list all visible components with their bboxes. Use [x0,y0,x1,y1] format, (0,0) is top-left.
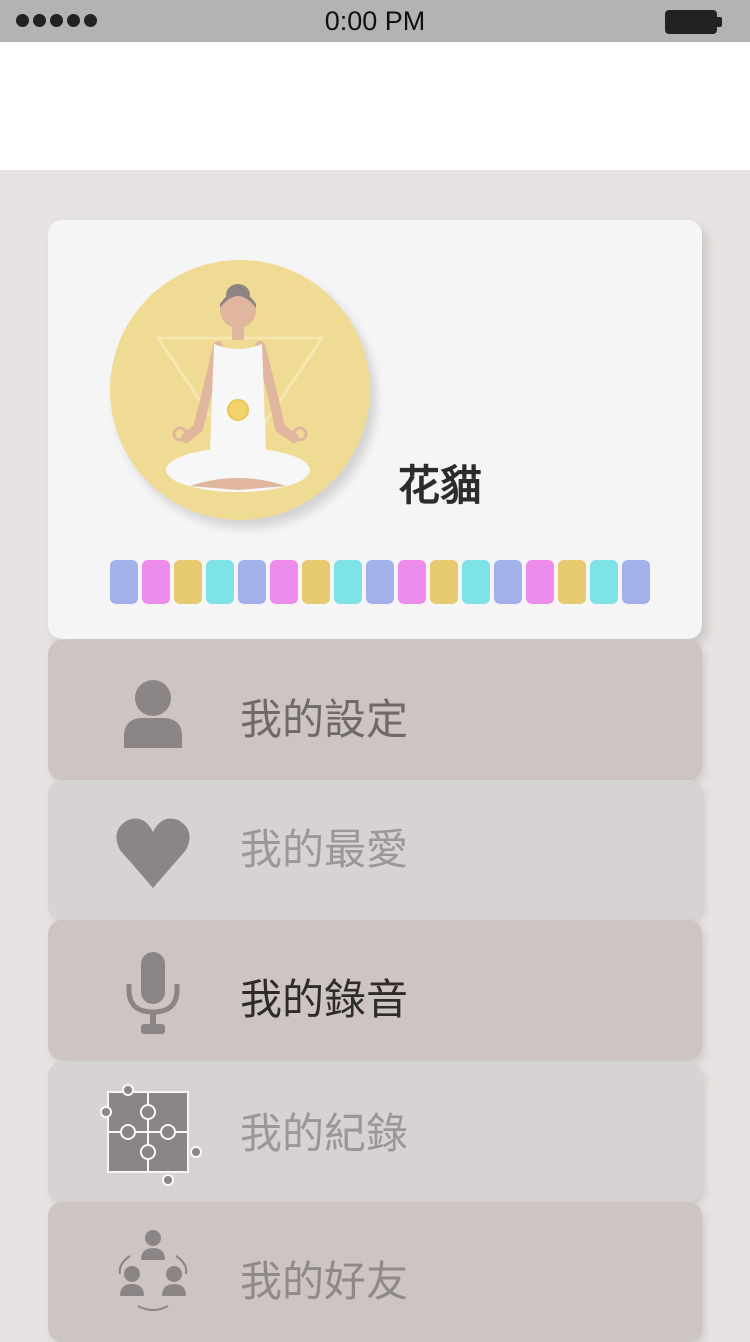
color-chip [622,560,650,604]
color-chip [526,560,554,604]
menu-label-records: 我的紀錄 [240,1109,409,1158]
color-chip [270,560,298,604]
person-icon [108,670,198,760]
menu-item-recordings[interactable]: 我的錄音 [48,920,702,1060]
battery-tip [717,17,722,27]
status-time: 0:00 PM [324,6,426,36]
menu-label-favorites: 我的最愛 [240,825,409,874]
profile-username: 花貓 [398,461,483,510]
color-chip [142,560,170,604]
color-chip [430,560,458,604]
friends-icon [108,1228,198,1318]
meditation-avatar-icon[interactable] [110,260,370,520]
color-chip [366,560,394,604]
profile-card: 花貓 [48,220,702,639]
battery-icon [665,10,717,34]
color-chip-strip [110,560,650,604]
color-chip [110,560,138,604]
puzzle-icon [100,1084,204,1188]
color-chip [334,560,362,604]
menu-label-recordings: 我的錄音 [240,975,409,1024]
menu-item-favorites[interactable]: 我的最愛 [48,780,702,920]
color-chip [590,560,618,604]
menu-item-settings[interactable]: 我的設定 [48,640,702,780]
menu-label-friends: 我的好友 [240,1257,409,1306]
color-chip [238,560,266,604]
color-chip [398,560,426,604]
color-chip [462,560,490,604]
color-chip [558,560,586,604]
menu-label-settings: 我的設定 [240,695,409,744]
microphone-icon [108,950,198,1040]
color-chip [302,560,330,604]
color-chip [494,560,522,604]
heart-icon [108,810,198,900]
menu-item-records[interactable]: 我的紀錄 [48,1062,702,1202]
color-chip [174,560,202,604]
color-chip [206,560,234,604]
status-bar: 0:00 PM [0,0,750,42]
menu-item-friends[interactable]: 我的好友 [48,1202,702,1342]
top-navigation-area [0,42,750,170]
